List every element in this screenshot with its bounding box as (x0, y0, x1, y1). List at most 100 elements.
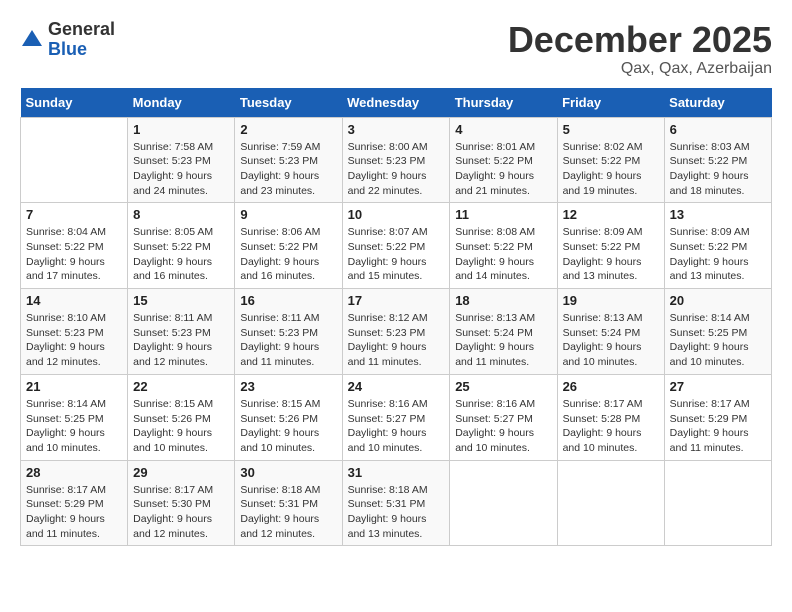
day-number: 1 (133, 122, 229, 137)
day-number: 22 (133, 379, 229, 394)
day-cell: 27Sunrise: 8:17 AMSunset: 5:29 PMDayligh… (664, 374, 771, 460)
day-info: Sunrise: 8:00 AMSunset: 5:23 PMDaylight:… (348, 140, 445, 199)
title-block: December 2025 Qax, Qax, Azerbaijan (508, 20, 772, 78)
day-cell (664, 460, 771, 546)
calendar-table: SundayMondayTuesdayWednesdayThursdayFrid… (20, 88, 772, 547)
day-cell: 25 Sunrise: 8:16 AMSunset: 5:27 PMDayligh… (450, 374, 557, 460)
logo-icon (20, 28, 44, 52)
day-number: 11 (455, 207, 551, 222)
week-row-2: 7Sunrise: 8:04 AMSunset: 5:22 PMDaylight… (21, 203, 772, 289)
day-cell: 5 Sunrise: 8:02 AMSunset: 5:22 PMDaylight… (557, 117, 664, 203)
day-info: Sunrise: 8:13 AMSunset: 5:24 PMDaylight:… (455, 311, 551, 370)
day-cell: 26 Sunrise: 8:17 AMSunset: 5:28 PMDayligh… (557, 374, 664, 460)
day-info: Sunrise: 8:15 AMSunset: 5:26 PMDaylight:… (133, 397, 229, 456)
day-info: Sunrise: 8:17 AMSunset: 5:30 PMDaylight:… (133, 483, 229, 542)
day-number: 25 (455, 379, 551, 394)
day-number: 14 (26, 293, 122, 308)
day-cell: 16Sunrise: 8:11 AMSunset: 5:23 PMDayligh… (235, 289, 342, 375)
logo-general: General (48, 20, 115, 40)
day-info: Sunrise: 8:02 AMSunset: 5:22 PMDaylight:… (563, 140, 659, 199)
day-info: Sunrise: 8:16 AMSunset: 5:27 PMDaylight:… (348, 397, 445, 456)
day-number: 5 (563, 122, 659, 137)
day-number: 18 (455, 293, 551, 308)
day-cell: 11 Sunrise: 8:08 AMSunset: 5:22 PMDayligh… (450, 203, 557, 289)
day-info: Sunrise: 8:08 AMSunset: 5:22 PMDaylight:… (455, 225, 551, 284)
location: Qax, Qax, Azerbaijan (508, 60, 772, 78)
day-info: Sunrise: 8:18 AMSunset: 5:31 PMDaylight:… (348, 483, 445, 542)
day-info: Sunrise: 8:13 AMSunset: 5:24 PMDaylight:… (563, 311, 659, 370)
day-number: 28 (26, 465, 122, 480)
day-cell: 19Sunrise: 8:13 AMSunset: 5:24 PMDayligh… (557, 289, 664, 375)
day-cell (450, 460, 557, 546)
week-row-3: 14 Sunrise: 8:10 AMSunset: 5:23 PMDayligh… (21, 289, 772, 375)
logo: General Blue (20, 20, 115, 60)
day-cell: 31Sunrise: 8:18 AMSunset: 5:31 PMDayligh… (342, 460, 450, 546)
day-cell: 7Sunrise: 8:04 AMSunset: 5:22 PMDaylight… (21, 203, 128, 289)
day-number: 13 (670, 207, 766, 222)
day-info: Sunrise: 8:15 AMSunset: 5:26 PMDaylight:… (240, 397, 336, 456)
day-cell: 28 Sunrise: 8:17 AMSunset: 5:29 PMDayligh… (21, 460, 128, 546)
day-number: 8 (133, 207, 229, 222)
day-cell: 2 Sunrise: 7:59 AMSunset: 5:23 PMDaylight… (235, 117, 342, 203)
week-row-1: 1 Sunrise: 7:58 AMSunset: 5:23 PMDaylight… (21, 117, 772, 203)
week-row-4: 21 Sunrise: 8:14 AMSunset: 5:25 PMDayligh… (21, 374, 772, 460)
day-info: Sunrise: 8:17 AMSunset: 5:29 PMDaylight:… (26, 483, 122, 542)
day-number: 9 (240, 207, 336, 222)
day-info: Sunrise: 7:59 AMSunset: 5:23 PMDaylight:… (240, 140, 336, 199)
day-cell: 3 Sunrise: 8:00 AMSunset: 5:23 PMDaylight… (342, 117, 450, 203)
day-info: Sunrise: 8:14 AMSunset: 5:25 PMDaylight:… (26, 397, 122, 456)
day-cell: 4 Sunrise: 8:01 AMSunset: 5:22 PMDaylight… (450, 117, 557, 203)
day-cell: 8 Sunrise: 8:05 AMSunset: 5:22 PMDaylight… (128, 203, 235, 289)
day-cell: 22 Sunrise: 8:15 AMSunset: 5:26 PMDayligh… (128, 374, 235, 460)
header-row: SundayMondayTuesdayWednesdayThursdayFrid… (21, 88, 772, 118)
day-number: 17 (348, 293, 445, 308)
day-number: 26 (563, 379, 659, 394)
day-info: Sunrise: 8:16 AMSunset: 5:27 PMDaylight:… (455, 397, 551, 456)
header-cell-friday: Friday (557, 88, 664, 118)
header-cell-wednesday: Wednesday (342, 88, 450, 118)
day-info: Sunrise: 8:03 AMSunset: 5:22 PMDaylight:… (670, 140, 766, 199)
day-cell: 20Sunrise: 8:14 AMSunset: 5:25 PMDayligh… (664, 289, 771, 375)
day-number: 6 (670, 122, 766, 137)
day-cell: 24 Sunrise: 8:16 AMSunset: 5:27 PMDayligh… (342, 374, 450, 460)
header-cell-monday: Monday (128, 88, 235, 118)
day-info: Sunrise: 8:07 AMSunset: 5:22 PMDaylight:… (348, 225, 445, 284)
day-info: Sunrise: 8:09 AMSunset: 5:22 PMDaylight:… (670, 225, 766, 284)
day-number: 24 (348, 379, 445, 394)
day-info: Sunrise: 8:11 AMSunset: 5:23 PMDaylight:… (133, 311, 229, 370)
page-header: General Blue December 2025 Qax, Qax, Aze… (20, 20, 772, 78)
header-cell-saturday: Saturday (664, 88, 771, 118)
day-number: 10 (348, 207, 445, 222)
day-cell: 29 Sunrise: 8:17 AMSunset: 5:30 PMDayligh… (128, 460, 235, 546)
day-info: Sunrise: 8:11 AMSunset: 5:23 PMDaylight:… (240, 311, 336, 370)
day-number: 2 (240, 122, 336, 137)
header-cell-tuesday: Tuesday (235, 88, 342, 118)
day-info: Sunrise: 8:17 AMSunset: 5:29 PMDaylight:… (670, 397, 766, 456)
day-number: 4 (455, 122, 551, 137)
day-info: Sunrise: 8:09 AMSunset: 5:22 PMDaylight:… (563, 225, 659, 284)
day-number: 29 (133, 465, 229, 480)
day-info: Sunrise: 7:58 AMSunset: 5:23 PMDaylight:… (133, 140, 229, 199)
day-info: Sunrise: 8:12 AMSunset: 5:23 PMDaylight:… (348, 311, 445, 370)
day-cell: 17 Sunrise: 8:12 AMSunset: 5:23 PMDayligh… (342, 289, 450, 375)
week-row-5: 28 Sunrise: 8:17 AMSunset: 5:29 PMDayligh… (21, 460, 772, 546)
day-cell: 30Sunrise: 8:18 AMSunset: 5:31 PMDayligh… (235, 460, 342, 546)
day-cell: 6 Sunrise: 8:03 AMSunset: 5:22 PMDaylight… (664, 117, 771, 203)
logo-blue: Blue (48, 40, 115, 60)
day-cell: 14 Sunrise: 8:10 AMSunset: 5:23 PMDayligh… (21, 289, 128, 375)
day-info: Sunrise: 8:01 AMSunset: 5:22 PMDaylight:… (455, 140, 551, 199)
day-cell: 21 Sunrise: 8:14 AMSunset: 5:25 PMDayligh… (21, 374, 128, 460)
day-cell: 9 Sunrise: 8:06 AMSunset: 5:22 PMDaylight… (235, 203, 342, 289)
day-number: 20 (670, 293, 766, 308)
day-number: 21 (26, 379, 122, 394)
day-info: Sunrise: 8:17 AMSunset: 5:28 PMDaylight:… (563, 397, 659, 456)
day-cell: 23Sunrise: 8:15 AMSunset: 5:26 PMDayligh… (235, 374, 342, 460)
day-cell (557, 460, 664, 546)
day-info: Sunrise: 8:06 AMSunset: 5:22 PMDaylight:… (240, 225, 336, 284)
day-number: 15 (133, 293, 229, 308)
day-info: Sunrise: 8:05 AMSunset: 5:22 PMDaylight:… (133, 225, 229, 284)
day-info: Sunrise: 8:10 AMSunset: 5:23 PMDaylight:… (26, 311, 122, 370)
day-number: 7 (26, 207, 122, 222)
logo-text: General Blue (48, 20, 115, 60)
day-number: 3 (348, 122, 445, 137)
